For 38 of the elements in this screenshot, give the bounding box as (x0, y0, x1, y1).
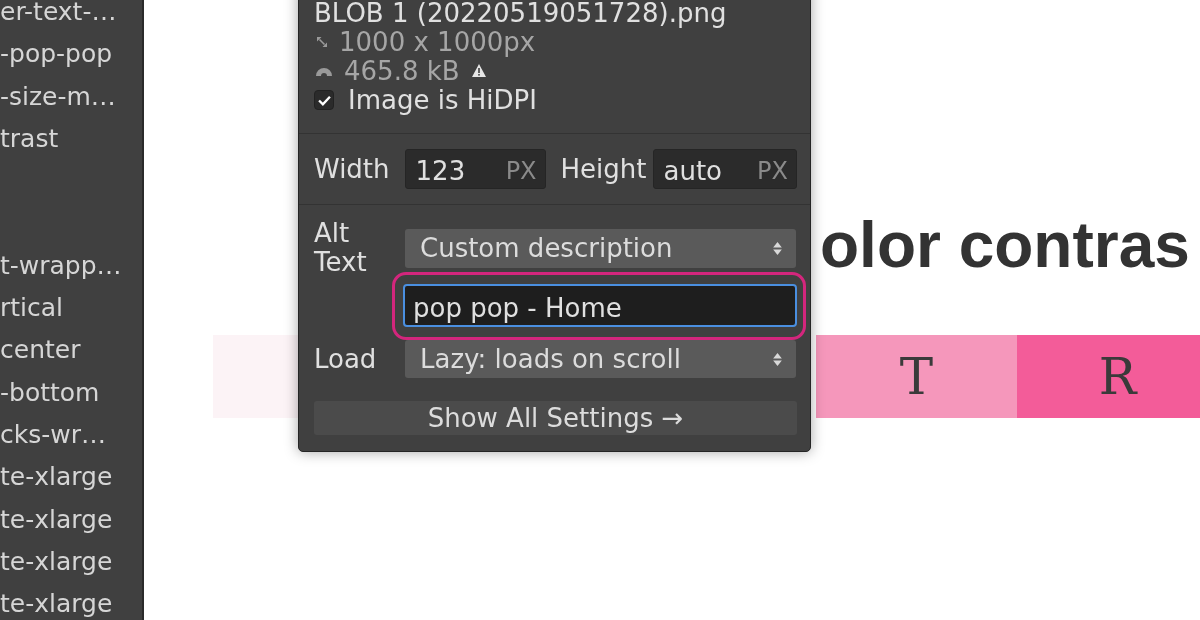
layer-item[interactable]: te-xlarge (0, 456, 113, 499)
hidpi-checkbox[interactable] (314, 90, 334, 110)
load-select[interactable]: Lazy: loads on scroll (405, 340, 796, 378)
layer-item[interactable]: te-xlarge (0, 540, 113, 584)
checkbox-label: Image is HiDPI (348, 85, 537, 115)
up-down-arrows-icon (773, 352, 782, 366)
height-field[interactable]: auto PX (652, 149, 797, 189)
checkmark-icon (317, 94, 331, 106)
layer-item[interactable]: -pop-pop (0, 33, 113, 76)
gauge-icon (316, 65, 332, 76)
layer-item[interactable]: center (0, 329, 81, 372)
layer-item[interactable]: -bottom (0, 371, 100, 414)
layer-item[interactable]: er-text-… (0, 0, 117, 34)
page-heading: olor contras (820, 208, 1190, 283)
up-down-arrows-icon (773, 241, 782, 255)
layer-item[interactable]: trast (0, 117, 59, 161)
show-all-settings-button[interactable]: Show All Settings → (314, 401, 797, 435)
width-field[interactable]: 123 PX (404, 149, 546, 189)
alt-text-select[interactable]: Custom description (405, 228, 796, 268)
unit-label[interactable]: PX (757, 157, 788, 185)
load-label: Load (314, 344, 378, 374)
height-label: Height (560, 154, 647, 184)
width-label: Width (314, 154, 390, 184)
layer-item[interactable]: te-xlarge (0, 498, 113, 541)
unit-label[interactable]: PX (505, 157, 537, 185)
diagonal-arrow-icon (317, 36, 327, 47)
alt-text-label: Alt Text (314, 219, 368, 277)
layer-item[interactable]: cks-wr… (0, 413, 106, 457)
layer-item[interactable]: rtical (0, 287, 64, 330)
file-size: 465.8 kB (344, 55, 460, 86)
file-name: BLOB 1 (20220519051728).png (314, 0, 727, 27)
layer-item[interactable]: t-wrapp… (0, 244, 122, 288)
color-swatch: R (1017, 335, 1200, 418)
layer-item[interactable]: te-xlarge (0, 583, 113, 620)
color-swatch: T (816, 335, 1017, 418)
alt-text-field[interactable]: pop pop - Home (403, 284, 797, 327)
image-dimensions: 1000 x 1000px (339, 26, 536, 57)
layer-item[interactable]: -size-m… (0, 75, 116, 118)
